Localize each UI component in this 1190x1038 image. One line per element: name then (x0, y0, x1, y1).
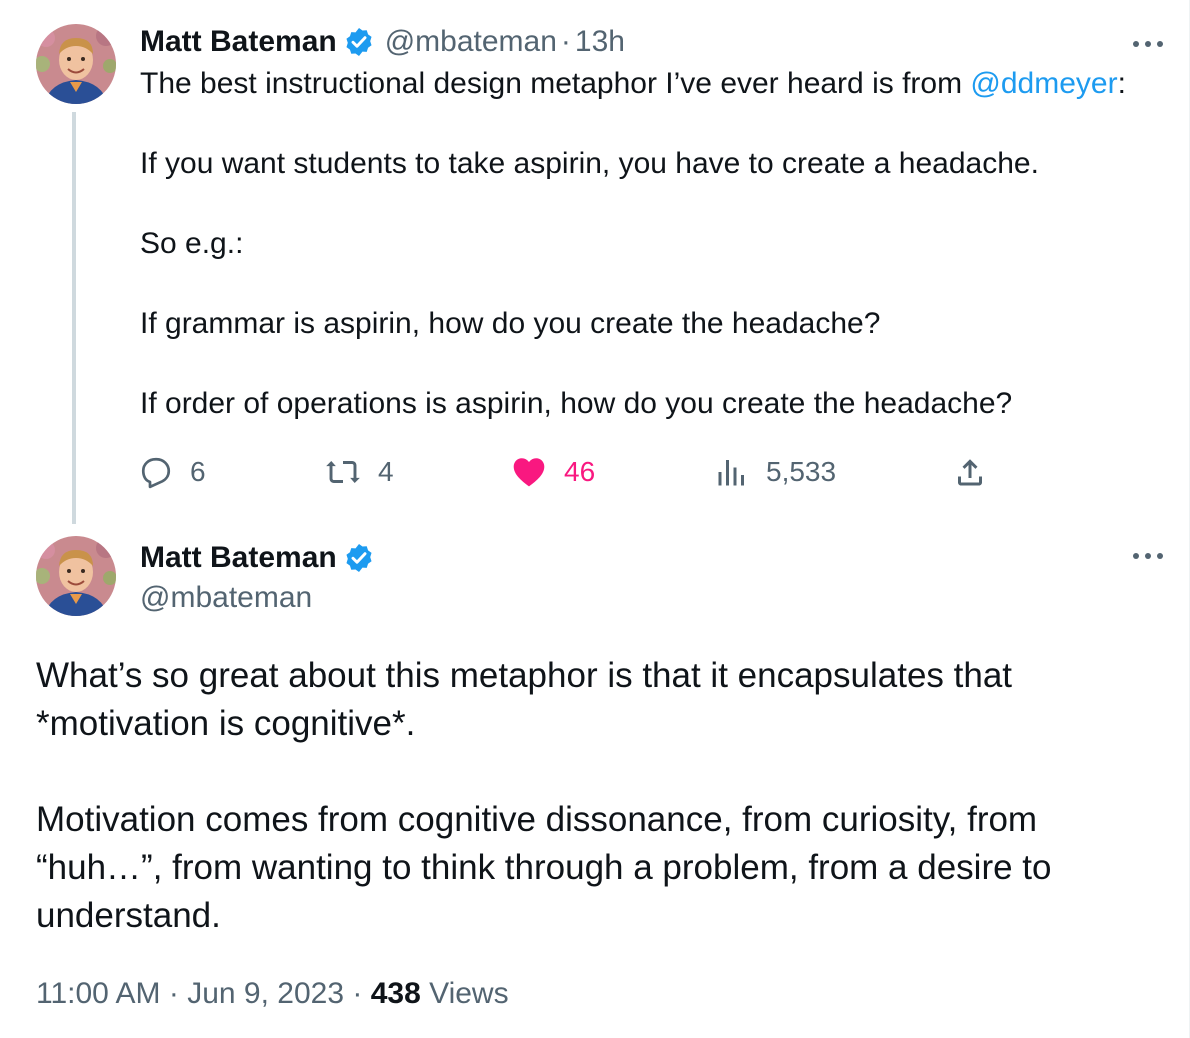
more-icon[interactable] (1128, 32, 1168, 56)
like-count: 46 (564, 456, 596, 487)
tweet-meta: 11:00 AM · Jun 9, 2023 · 438 Views (36, 972, 509, 1016)
tweet-parent[interactable]: Matt Bateman @mbateman · 13h The best in… (0, 0, 1190, 524)
author-handle[interactable]: @mbateman (385, 25, 557, 59)
tweet-text-line: Motivation comes from cognitive dissonan… (36, 800, 1038, 839)
more-icon[interactable] (1128, 544, 1168, 568)
reply-icon (141, 457, 171, 489)
author-handle[interactable]: @mbateman (140, 578, 312, 618)
tweet-text-line: understand. (36, 896, 221, 935)
tweet-text-paragraph: If grammar is aspirin, how do you create… (140, 307, 881, 340)
tweet-text-line: *motivation is cognitive*. (36, 704, 416, 743)
reply-count: 6 (190, 456, 206, 487)
retweet-count: 4 (378, 456, 394, 487)
tweet-text-paragraph: If order of operations is aspirin, how d… (140, 387, 1013, 420)
tweet-text-paragraph: If you want students to take aspirin, yo… (140, 147, 1039, 180)
separator-dot: · (560, 25, 571, 58)
tweet-header: Matt Bateman @mbateman · 13h (140, 22, 625, 62)
reply-button[interactable]: 6 (138, 450, 206, 494)
tweet-header: Matt Bateman (140, 538, 375, 578)
like-button[interactable]: 46 (510, 450, 595, 494)
retweet-icon (326, 461, 360, 483)
tweet-text-line: “huh…”, from wanting to think through a … (36, 848, 1052, 887)
retweet-button[interactable]: 4 (324, 450, 394, 494)
separator-dot: · (168, 977, 179, 1010)
thread-connector-line (72, 112, 76, 524)
views-icon (718, 460, 744, 486)
tweet-date[interactable]: Jun 9, 2023 (187, 977, 344, 1010)
separator-dot: · (352, 977, 363, 1010)
views-count: 438 (370, 977, 421, 1010)
tweet-text-line: What’s so great about this metaphor is t… (36, 656, 1013, 695)
share-icon (958, 459, 982, 486)
avatar[interactable] (36, 536, 116, 616)
views-label: Views (429, 977, 509, 1010)
share-button[interactable] (952, 450, 988, 494)
views-count: 5,533 (766, 456, 837, 487)
tweet-text: The best instructional design metaphor I… (140, 64, 1170, 424)
tweet-text-paragraph: So e.g.: (140, 227, 244, 260)
tweet-time[interactable]: 11:00 AM (36, 977, 161, 1010)
tweet-text-line: The best instructional design metaphor I… (140, 64, 1170, 104)
text-segment: : (1117, 67, 1126, 100)
text-segment: The best instructional design metaphor I… (140, 67, 971, 100)
author-name[interactable]: Matt Bateman (140, 541, 337, 575)
views-button[interactable]: 5,533 (714, 450, 836, 494)
heart-icon (513, 458, 545, 487)
verified-badge-icon (343, 26, 375, 58)
mention-link[interactable]: @ddmeyer (970, 67, 1117, 100)
avatar[interactable] (36, 24, 116, 104)
verified-badge-icon (343, 542, 375, 574)
tweet-timestamp[interactable]: 13h (575, 25, 625, 59)
tweet-text: What’s so great about this metaphor is t… (36, 652, 1156, 940)
author-name[interactable]: Matt Bateman (140, 25, 337, 59)
tweet-actions: 6 4 46 5,533 (138, 450, 998, 494)
